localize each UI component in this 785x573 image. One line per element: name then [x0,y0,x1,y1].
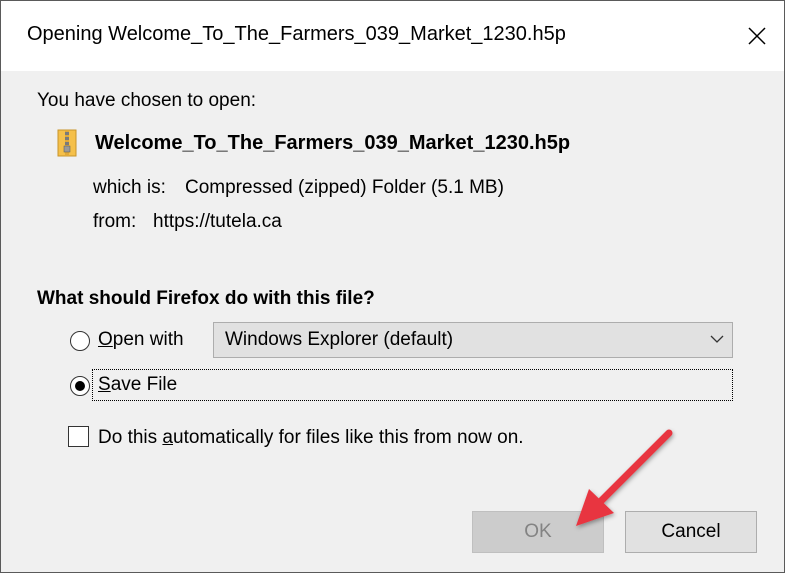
save-file-focus-ring [92,369,733,401]
auto-label-before: Do this [98,427,163,448]
file-source-label: from: [93,211,137,232]
window-title: Opening Welcome_To_The_Farmers_039_Marke… [27,23,566,45]
save-file-label[interactable]: Save File [98,374,177,396]
cancel-button[interactable]: Cancel [625,511,757,553]
open-file-dialog: Opening Welcome_To_The_Farmers_039_Marke… [0,0,785,573]
title-bar: Opening Welcome_To_The_Farmers_039_Marke… [1,1,784,71]
file-source-value: https://tutela.ca [153,211,282,232]
file-type-value: Compressed (zipped) Folder (5.1 MB) [185,177,504,198]
open-with-label[interactable]: Open with [98,329,184,351]
dialog-body: You have chosen to open: Welcome_To_The_… [1,71,784,572]
open-with-accel: O [98,329,113,350]
close-button[interactable] [736,15,778,57]
auto-label-after: utomatically for files like this from no… [173,427,524,448]
action-question: What should Firefox do with this file? [37,288,375,309]
save-file-label-rest: ave File [110,374,178,395]
close-icon [748,27,766,45]
open-with-label-rest: pen with [112,329,184,350]
save-file-accel: S [98,374,111,395]
auto-label-accel: a [162,427,173,448]
chevron-down-icon [710,335,724,343]
save-file-radio[interactable] [70,376,90,396]
intro-text: You have chosen to open: [37,90,257,111]
auto-action-label[interactable]: Do this automatically for files like thi… [98,427,524,449]
open-with-radio[interactable] [70,331,90,351]
open-with-application-select[interactable]: Windows Explorer (default) [213,322,733,358]
file-type-label: which is: [93,177,166,198]
auto-action-checkbox[interactable] [68,426,89,447]
ok-button[interactable]: OK [472,511,604,553]
file-name: Welcome_To_The_Farmers_039_Market_1230.h… [95,132,571,154]
application-select-value: Windows Explorer (default) [225,329,454,350]
zip-folder-icon [57,129,77,157]
